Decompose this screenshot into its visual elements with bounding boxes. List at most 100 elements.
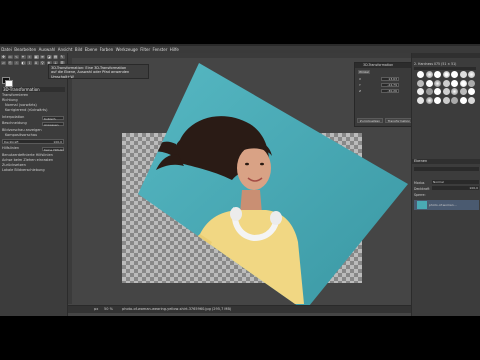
menu-image[interactable]: Bild — [74, 47, 84, 52]
option-opacity-slider[interactable]: Deckkraft 100,0 — [2, 139, 64, 144]
lasso-icon[interactable]: ∿ — [14, 55, 19, 59]
angle-x-field[interactable]: 13,63 — [381, 77, 399, 81]
menu-help[interactable]: Hilfe — [169, 47, 180, 52]
brush-item[interactable] — [417, 79, 424, 87]
brush-item[interactable] — [434, 96, 441, 104]
menu-bar: Datei Bearbeiten Auswahl Ansicht Bild Eb… — [0, 46, 480, 53]
right-dock: 2. Hardness 075 (51 × 51) Ebenen Modus N… — [411, 53, 480, 316]
transform-3d-icon[interactable]: ◈ — [33, 55, 39, 59]
brush-filter-bar[interactable] — [414, 67, 476, 70]
opacity-field[interactable]: 100,0 — [432, 186, 479, 190]
brush-item[interactable] — [425, 96, 433, 104]
tab-angle[interactable]: Winkel — [358, 70, 370, 74]
angle-z-row[interactable]: Z -30,26 — [359, 89, 409, 93]
brush-item[interactable] — [425, 71, 433, 78]
menu-edit[interactable]: Bearbeiten — [13, 47, 37, 52]
option-composited-preview[interactable]: Kompositvorschau — [2, 133, 67, 138]
reset-button[interactable]: Zurücksetzen — [357, 118, 383, 123]
brush-item[interactable] — [434, 79, 441, 87]
angle-y-field[interactable]: -22,79 — [381, 83, 399, 87]
menu-file[interactable]: Datei — [0, 47, 13, 52]
brush-item[interactable] — [451, 79, 458, 87]
brushes-header — [412, 53, 480, 58]
brush-item[interactable] — [459, 96, 467, 104]
menu-tools[interactable]: Werkzeuge — [114, 47, 139, 52]
text-icon[interactable]: A — [33, 60, 39, 65]
layer-thumbnail — [417, 201, 427, 209]
layer-name: photo-of-woman… — [429, 203, 457, 207]
menu-colors[interactable]: Farben — [98, 47, 114, 52]
brush-item[interactable] — [417, 71, 424, 78]
warp-icon[interactable]: ≋ — [40, 55, 45, 59]
fuzzy-select-icon[interactable]: ✦ — [20, 55, 26, 59]
angle-x-row[interactable]: X 13,63 — [359, 77, 409, 81]
angle-z-field[interactable]: -30,26 — [381, 89, 399, 93]
toolbox: ✥ ▭ ∿ ✦ ⌗ ◈ ≋ ◪ ▤ ✎ ▱ ⎘ ☝ ◐ ⟟ A ⚲ ⊕ ⟂ ☰ … — [0, 53, 68, 316]
angle-y-row[interactable]: Y -22,79 — [359, 83, 409, 87]
option-direction-corrective[interactable]: Korrigierend (rückwärts) — [2, 108, 67, 113]
gimp-window: Datei Bearbeiten Auswahl Ansicht Bild Eb… — [0, 44, 480, 316]
menu-layer[interactable]: Ebene — [84, 47, 99, 52]
brush-item[interactable] — [451, 96, 458, 104]
opacity-label: Deckkraft — [414, 187, 430, 191]
brush-item[interactable] — [425, 88, 433, 95]
brush-item[interactable] — [425, 79, 433, 87]
brush-item[interactable] — [442, 79, 450, 87]
option-guides[interactable]: Hilfslinien Keine Hilfslinie — [2, 146, 64, 151]
color-swatches[interactable] — [2, 77, 13, 87]
unit-select[interactable]: px — [94, 306, 98, 313]
menu-filters[interactable]: Filter — [139, 47, 151, 52]
option-clipping[interactable]: Beschneidung Anpassen — [2, 121, 64, 126]
mode-label: Modus — [414, 181, 425, 185]
brush-item[interactable] — [442, 71, 450, 78]
crop-icon[interactable]: ⌗ — [27, 55, 32, 59]
eraser-icon[interactable]: ▱ — [1, 60, 6, 65]
clone-icon[interactable]: ⎘ — [7, 60, 13, 65]
layer-filter-bar[interactable] — [414, 167, 479, 171]
brush-item[interactable] — [417, 96, 424, 104]
dialog-title: 3D-Transformation — [355, 63, 415, 68]
brush-item[interactable] — [468, 71, 475, 78]
menu-windows[interactable]: Fenster — [151, 47, 168, 52]
brush-item[interactable] — [459, 88, 467, 95]
menu-view[interactable]: Ansicht — [57, 47, 74, 52]
dodge-icon[interactable]: ◐ — [20, 60, 26, 65]
brush-item[interactable] — [434, 88, 441, 95]
lock-label: Sperre: — [414, 193, 426, 197]
brush-item[interactable] — [442, 88, 450, 95]
tooltip-shortcut: Umschalt+W — [51, 74, 74, 79]
brush-item[interactable] — [417, 88, 424, 95]
transform-button[interactable]: Transformation — [385, 118, 413, 123]
brush-item[interactable] — [442, 96, 450, 104]
brush-item[interactable] — [451, 71, 458, 78]
rect-select-icon[interactable]: ▭ — [7, 55, 13, 59]
gradient-icon[interactable]: ▤ — [53, 55, 58, 59]
brush-title: 2. Hardness 075 (51 × 51) — [414, 62, 457, 66]
brush-item[interactable] — [451, 88, 458, 95]
background-color[interactable] — [5, 80, 13, 87]
option-local-move[interactable]: Lokale Bildverschiebung — [2, 168, 64, 173]
menu-select[interactable]: Auswahl — [37, 47, 56, 52]
layer-row[interactable]: photo-of-woman… — [414, 200, 479, 210]
tool-tooltip: 3D-Transformation: Eine 3D-Transformatio… — [48, 64, 149, 79]
zoom-select[interactable]: 50 % — [104, 306, 113, 313]
move-tool-icon[interactable]: ✥ — [1, 55, 6, 59]
bucket-fill-icon[interactable]: ◪ — [46, 55, 52, 59]
color-picker-icon[interactable]: ⚲ — [40, 60, 45, 65]
brush-item[interactable] — [459, 71, 467, 78]
paintbrush-icon[interactable]: ✎ — [59, 55, 65, 59]
brush-item[interactable] — [468, 79, 475, 87]
mode-select[interactable]: Normal — [432, 180, 479, 184]
tool-options-title: 3D-Transformation — [2, 87, 65, 92]
brush-item[interactable] — [468, 96, 475, 104]
path-icon[interactable]: ⟟ — [27, 60, 32, 65]
transform-3d-dialog: 3D-Transformation Winkel X 13,63 Y -22,79 … — [354, 62, 416, 127]
smudge-icon[interactable]: ☝ — [14, 60, 19, 65]
option-interpolation[interactable]: Interpolation Kubisch — [2, 115, 64, 120]
status-bar: px 50 % photo-of-woman-wearing-yellow-sh… — [68, 305, 411, 313]
brush-grid — [417, 71, 477, 104]
brush-item[interactable] — [434, 71, 441, 78]
brush-item[interactable] — [459, 79, 467, 87]
brush-item[interactable] — [468, 88, 475, 95]
layers-header: Ebenen — [412, 159, 480, 164]
